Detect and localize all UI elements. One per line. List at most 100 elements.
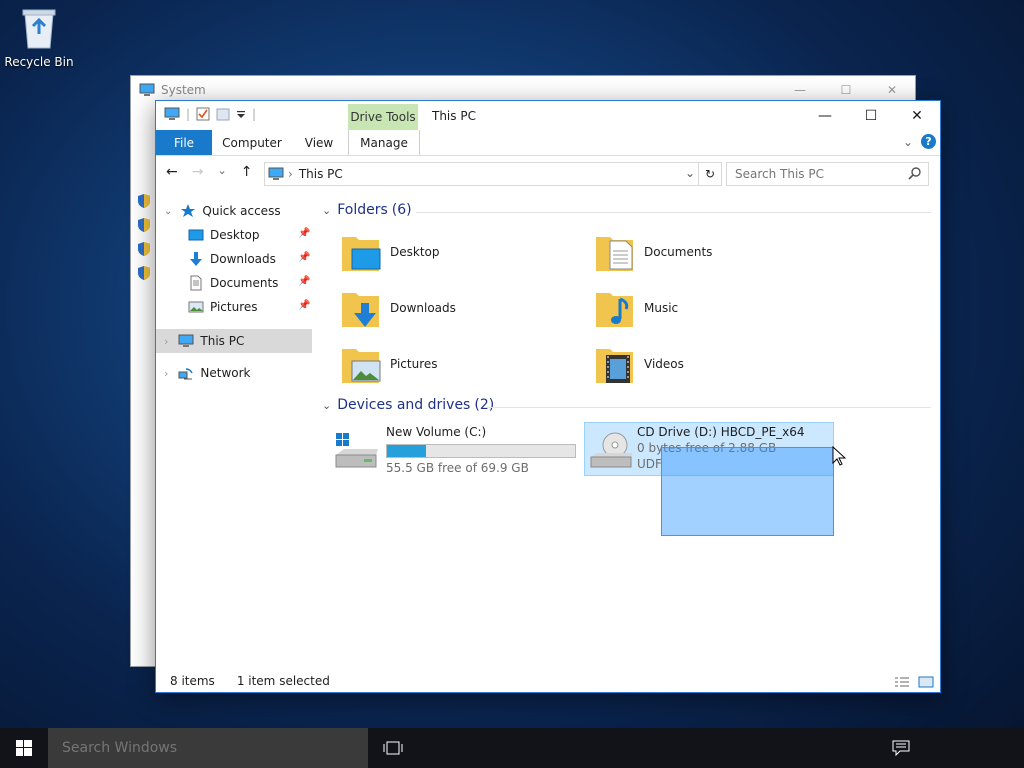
pin-icon: 📌 [298,300,311,311]
task-view-button[interactable] [380,728,406,768]
group-collapse-icon[interactable]: ⌄ [322,204,331,217]
folder-name: Music [644,301,679,315]
navigation-bar: ← → ⌄ ↑ › This PC ⌄ ↻ [156,156,940,190]
taskbar-search-box[interactable] [48,728,368,768]
system-window-title: System [161,83,206,97]
nav-network[interactable]: › Network [164,361,251,385]
explorer-window[interactable]: | | Drive Tools This PC — ☐ ✕ File Compu… [155,100,941,693]
recycle-bin-shortcut[interactable]: Recycle Bin [4,6,74,69]
toolbar-separator: | [186,107,191,121]
expanded-chevron-icon[interactable]: ⌄ [164,206,172,217]
folders-group-header[interactable]: ⌄ Folders (6) [322,202,412,218]
breadcrumb-this-pc[interactable]: This PC [299,167,343,181]
document-icon [190,275,202,291]
customize-toolbar-icon[interactable] [236,109,246,119]
folder-desktop-icon [342,237,381,271]
folder-name: Documents [644,245,713,259]
new-folder-icon[interactable] [216,107,230,121]
folder-name: Videos [644,357,684,371]
tab-computer[interactable]: Computer [216,130,288,155]
download-arrow-icon [190,252,202,266]
start-button[interactable] [0,728,48,768]
folder-downloads[interactable]: Downloads [340,285,590,333]
breadcrumb-separator[interactable]: › [288,167,293,181]
maximize-button[interactable]: ☐ [848,101,894,130]
taskbar [0,728,1024,768]
folder-music[interactable]: Music [594,285,844,333]
folder-name: Pictures [390,357,438,371]
uac-shield-icon [138,266,150,280]
folder-documents-icon [596,237,633,271]
selection-rectangle [661,447,834,536]
action-center-button[interactable] [886,728,916,768]
status-bar: 8 items 1 item selected [170,674,330,688]
folder-name: Downloads [390,301,456,315]
nav-item-pictures[interactable]: Pictures [188,295,258,319]
drive-free-space: 55.5 GB free of 69.9 GB [386,461,529,475]
properties-icon[interactable] [196,107,210,121]
expand-ribbon-icon[interactable]: ⌄ [903,135,913,149]
group-count: (2) [474,397,495,413]
uac-shield-icon [138,194,150,208]
content-pane: ⌄ Folders (6) Desktop Documents Download… [316,199,936,669]
drive-c[interactable]: New Volume (C:) 55.5 GB free of 69.9 GB [334,423,584,475]
pin-icon: 📌 [298,276,311,287]
window-title: This PC [432,109,476,123]
ribbon-tabs: File Computer View Manage ⌄ ? [156,130,940,156]
explorer-titlebar[interactable]: | | Drive Tools This PC — ☐ ✕ [156,101,940,130]
monitor-icon [139,83,155,96]
nav-item-desktop[interactable]: Desktop [188,223,260,247]
desktop-icon [188,229,204,241]
minimize-button[interactable]: — [802,101,848,130]
uac-shield-icon [138,242,150,256]
nav-this-pc[interactable]: › This PC [164,329,244,353]
group-divider [416,212,931,213]
group-label: Devices and drives [337,397,471,413]
recent-locations-button[interactable]: ⌄ [217,164,226,180]
cd-drive-icon [590,432,633,468]
folder-videos[interactable]: Videos [594,341,844,389]
close-button[interactable]: ✕ [894,101,940,130]
forward-button[interactable]: → [192,164,204,180]
tab-view[interactable]: View [296,130,342,155]
drives-group-header[interactable]: ⌄ Devices and drives (2) [322,397,494,413]
folder-documents[interactable]: Documents [594,229,844,277]
nav-item-downloads[interactable]: Downloads [188,247,276,271]
tab-manage[interactable]: Manage [348,130,420,155]
back-button[interactable]: ← [166,164,178,180]
folder-name: Desktop [390,245,440,259]
collapsed-chevron-icon[interactable]: › [164,335,168,348]
navigation-pane: ⌄ Quick access Desktop 📌 Downloads 📌 Doc… [156,199,314,639]
pin-icon: 📌 [298,228,311,239]
task-view-icon [383,741,403,755]
help-icon[interactable]: ? [921,134,936,149]
nav-quick-access-label: Quick access [202,204,281,218]
details-view-icon[interactable] [894,676,910,688]
drive-tools-contextual-tab: Drive Tools [348,104,418,130]
folder-desktop[interactable]: Desktop [340,229,590,277]
nav-item-documents[interactable]: Documents [188,271,278,295]
address-bar[interactable]: › This PC ⌄ ↻ [264,162,722,186]
tab-file[interactable]: File [156,130,212,155]
monitor-icon [268,167,284,180]
drive-usage-bar [386,444,576,458]
search-box[interactable] [726,162,929,186]
folder-downloads-icon [342,293,379,327]
windows-logo-icon [16,740,32,756]
folder-pictures[interactable]: Pictures [340,341,590,389]
address-dropdown-icon[interactable]: ⌄ [685,166,695,180]
hard-drive-icon [335,433,378,468]
collapsed-chevron-icon[interactable]: › [164,367,168,380]
monitor-icon [164,107,180,120]
search-input[interactable] [733,166,907,182]
group-collapse-icon[interactable]: ⌄ [322,399,331,412]
refresh-button[interactable]: ↻ [698,163,721,185]
picture-icon [188,301,204,313]
selection-count: 1 item selected [236,674,330,688]
large-icons-view-icon[interactable] [918,676,934,688]
nav-quick-access[interactable]: ⌄ Quick access [164,199,281,223]
taskbar-search-input[interactable] [60,739,354,757]
nav-item-label: Downloads [210,252,276,266]
search-icon [908,167,921,180]
up-button[interactable]: ↑ [241,164,253,180]
